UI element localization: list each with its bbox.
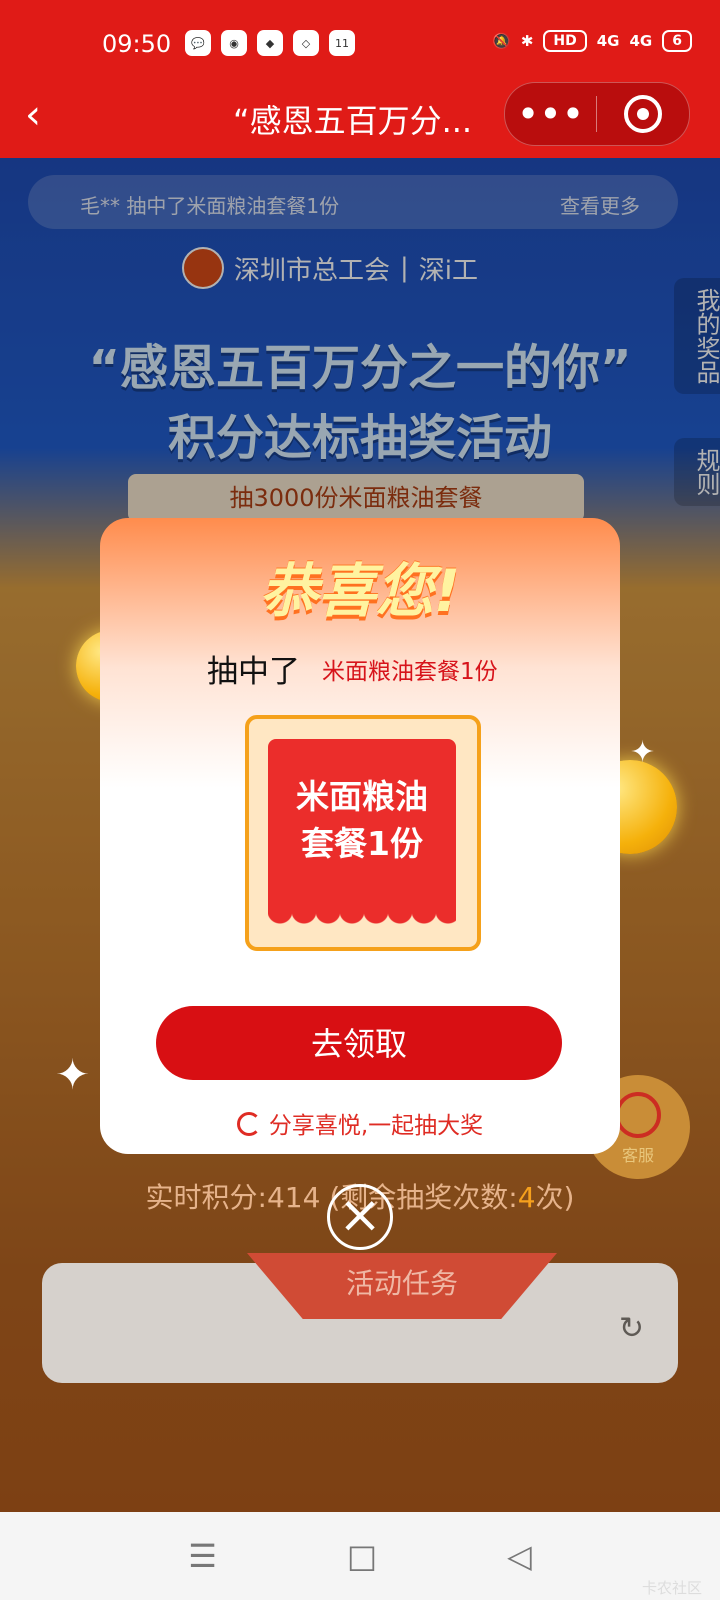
mini-program-navbar: ‹ “感恩五百万分... ••• (0, 82, 720, 158)
page-title: “感恩五百万分... (233, 102, 473, 140)
home-icon[interactable]: □ (347, 1537, 377, 1575)
drawn-prize-name: 米面粮油套餐1份 (322, 659, 498, 685)
score-suffix: 次) (535, 1181, 575, 1214)
notification-app-icon: 💬 (185, 30, 211, 56)
refresh-icon[interactable]: ↻ (619, 1311, 644, 1346)
prize-result-modal: 恭喜您! 抽中了 米面粮油套餐1份 米面粮油 套餐1份 去领取 分享喜悦,一起抽… (100, 518, 620, 1154)
system-navigation-bar: ☰ □ ◁ (0, 1512, 720, 1600)
remaining-draws: 4 (517, 1181, 536, 1214)
congratulations-title: 恭喜您! (259, 557, 461, 625)
back-chevron-icon[interactable]: ‹ (25, 92, 41, 138)
status-bar: 09:50 💬 ◉ ◆ ◇ 11 🔕 ✱ HD 4G 4G 6 (0, 0, 720, 90)
share-joy-link[interactable]: 分享喜悦,一起抽大奖 (100, 1106, 620, 1140)
mute-icon: 🔕 (492, 32, 511, 50)
share-refresh-icon (236, 1112, 261, 1136)
signal-icon: 4G (596, 32, 620, 50)
menu-icon[interactable]: ☰ (188, 1537, 217, 1575)
status-time: 09:50 (102, 30, 172, 58)
prize-card: 米面粮油 套餐1份 (245, 715, 481, 951)
prize-ticket: 米面粮油 套餐1份 (268, 739, 456, 925)
customer-service-label: 客服 (621, 1146, 654, 1165)
notification-app-icon: ◇ (293, 30, 319, 56)
headset-icon (615, 1092, 661, 1138)
hd-icon: HD (543, 30, 587, 52)
battery-icon: 6 (662, 30, 692, 52)
share-text: 分享喜悦,一起抽大奖 (268, 1113, 484, 1139)
system-status-icons: 🔕 ✱ HD 4G 4G 6 (492, 30, 692, 52)
task-title-tab: 活动任务 (247, 1253, 557, 1319)
activity-task-card: 活动任务 ↻ (42, 1253, 678, 1383)
sparkle-icon: ✦ (55, 1050, 91, 1099)
notification-app-icon: 11 (329, 30, 355, 56)
more-dots-icon[interactable]: ••• (505, 95, 596, 133)
signal-icon: 4G (629, 32, 653, 50)
mini-program-capsule[interactable]: ••• (504, 82, 690, 146)
prize-line: 套餐1份 (301, 824, 423, 863)
notification-app-icon: ◆ (257, 30, 283, 56)
notification-icons: 💬 ◉ ◆ ◇ 11 (185, 30, 355, 56)
drawn-label: 抽中了 (207, 654, 300, 690)
back-icon[interactable]: ◁ (507, 1537, 532, 1575)
notification-app-icon: ◉ (221, 30, 247, 56)
bluetooth-icon: ✱ (520, 32, 534, 50)
target-circle-icon[interactable] (597, 95, 688, 133)
sparkle-icon: ✦ (630, 735, 656, 770)
claim-prize-button[interactable]: 去领取 (156, 1006, 562, 1080)
prize-line: 米面粮油 (296, 777, 428, 816)
prize-ticket-text: 米面粮油 套餐1份 (268, 773, 456, 867)
watermark: 卡农社区 (641, 1579, 702, 1597)
close-icon[interactable]: × (327, 1184, 393, 1250)
